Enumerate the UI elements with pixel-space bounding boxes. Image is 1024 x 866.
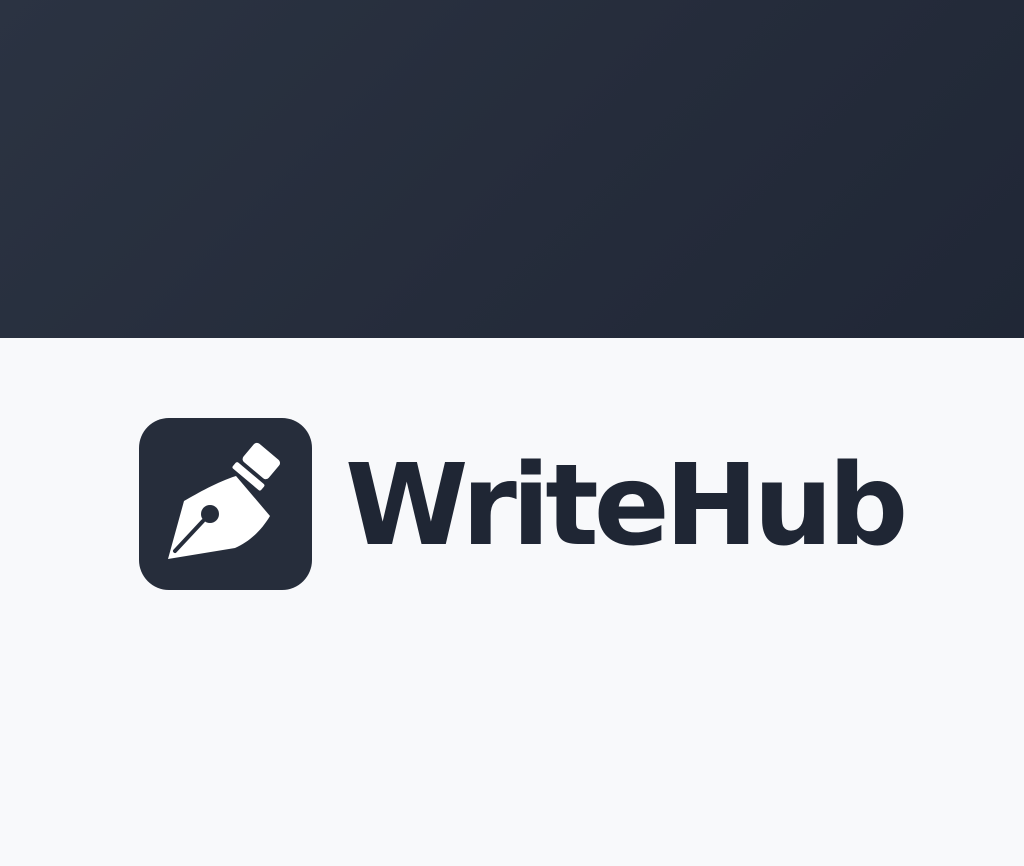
logo-lockup: WriteHub	[139, 418, 908, 590]
header-band	[0, 0, 1024, 338]
brand-wordmark: WriteHub	[345, 441, 908, 571]
fountain-pen-nib-icon	[168, 442, 281, 559]
page: WriteHub	[0, 0, 1024, 866]
app-icon	[139, 418, 312, 590]
